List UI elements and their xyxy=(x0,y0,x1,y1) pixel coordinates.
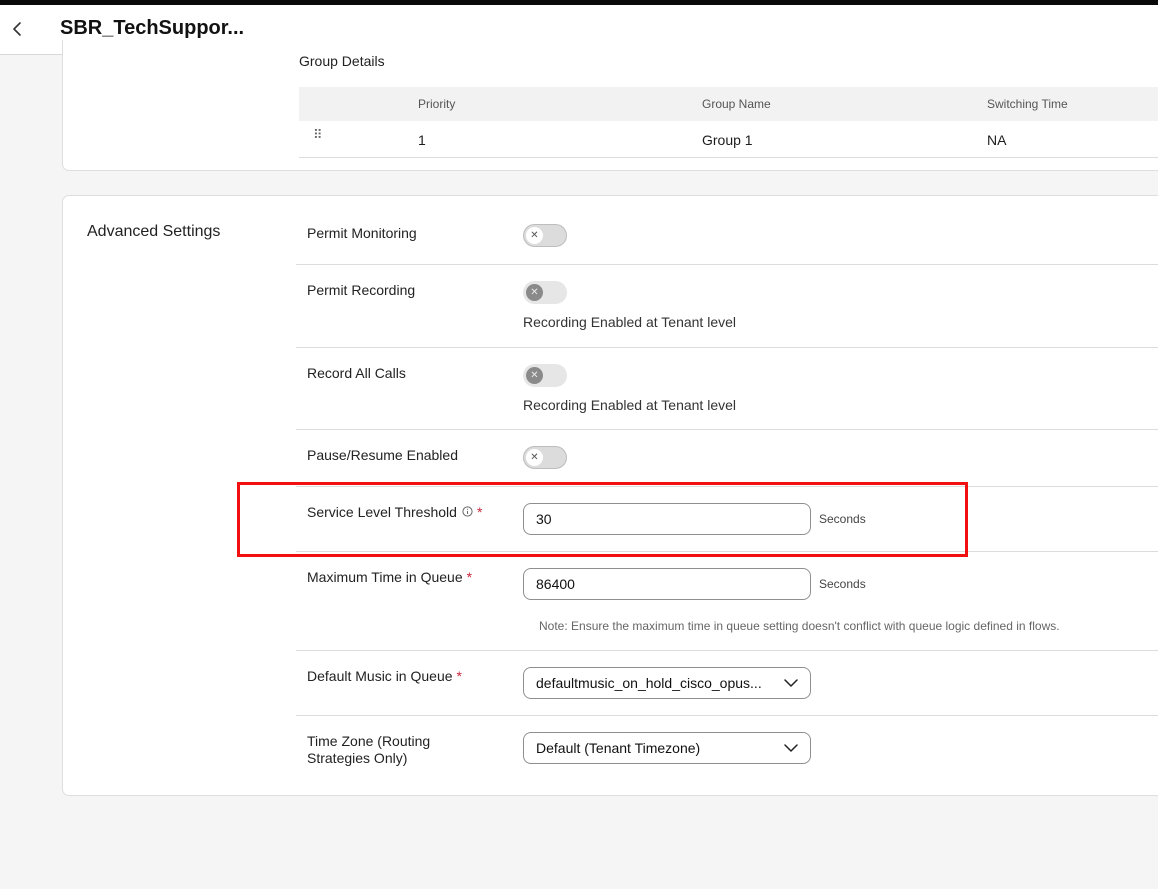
column-header-group-name: Group Name xyxy=(702,97,771,111)
advanced-settings-card xyxy=(62,195,1158,796)
page-title: SBR_TechSuppor... xyxy=(60,17,245,39)
max-time-in-queue-unit: Seconds xyxy=(819,577,866,591)
default-music-select[interactable]: defaultmusic_on_hold_cisco_opus... xyxy=(523,667,811,699)
max-time-in-queue-label-text: Maximum Time in Queue xyxy=(307,569,463,585)
permit-monitoring-toggle[interactable]: ✕ xyxy=(523,224,567,247)
service-level-threshold-label-text: Service Level Threshold xyxy=(307,504,457,520)
divider xyxy=(296,551,1158,552)
service-level-threshold-input[interactable] xyxy=(523,503,811,535)
permit-monitoring-label: Permit Monitoring xyxy=(307,225,417,241)
toggle-off-icon: ✕ xyxy=(526,367,543,384)
divider xyxy=(296,650,1158,651)
time-zone-value: Default (Tenant Timezone) xyxy=(536,740,701,756)
default-music-label: Default Music in Queue * xyxy=(307,668,462,685)
default-music-value: defaultmusic_on_hold_cisco_opus... xyxy=(536,675,762,691)
cell-priority: 1 xyxy=(418,132,426,148)
divider xyxy=(296,429,1158,430)
advanced-settings-title: Advanced Settings xyxy=(87,223,221,240)
divider xyxy=(296,486,1158,487)
time-zone-label-line1: Time Zone (Routing xyxy=(307,733,431,749)
group-details-label: Group Details xyxy=(299,53,385,69)
required-marker: * xyxy=(456,668,462,684)
chevron-down-icon xyxy=(784,744,798,752)
table-row: ⠿ 1 Group 1 NA xyxy=(299,121,1158,158)
group-table-header: Priority Group Name Switching Time xyxy=(299,87,1158,121)
permit-recording-toggle[interactable]: ✕ xyxy=(523,281,567,304)
max-time-in-queue-input[interactable] xyxy=(523,568,811,600)
time-zone-label: Time Zone (Routing Strategies Only) xyxy=(307,733,430,767)
time-zone-label-line2: Strategies Only) xyxy=(307,750,408,766)
back-button[interactable] xyxy=(6,17,28,41)
divider xyxy=(296,264,1158,265)
default-music-label-text: Default Music in Queue xyxy=(307,668,453,684)
toggle-off-icon: ✕ xyxy=(526,449,543,466)
drag-handle-icon[interactable]: ⠿ xyxy=(313,128,322,141)
chevron-left-icon xyxy=(13,22,21,36)
permit-recording-label: Permit Recording xyxy=(307,282,416,298)
toggle-off-icon: ✕ xyxy=(526,284,543,301)
required-marker: * xyxy=(466,569,473,585)
divider xyxy=(296,347,1158,348)
pause-resume-label: Pause/Resume Enabled xyxy=(307,447,458,463)
pause-resume-toggle[interactable]: ✕ xyxy=(523,446,567,469)
info-icon[interactable] xyxy=(462,504,473,521)
column-header-switching-time: Switching Time xyxy=(987,97,1068,111)
cell-switching-time: NA xyxy=(987,132,1007,148)
divider xyxy=(296,715,1158,716)
time-zone-select[interactable]: Default (Tenant Timezone) xyxy=(523,732,811,764)
max-time-in-queue-note: Note: Ensure the maximum time in queue s… xyxy=(539,619,1060,633)
chevron-down-icon xyxy=(784,679,798,687)
permit-recording-helper: Recording Enabled at Tenant level xyxy=(523,314,737,330)
record-all-calls-label: Record All Calls xyxy=(307,365,406,381)
max-time-in-queue-label: Maximum Time in Queue * xyxy=(307,569,472,586)
toggle-off-icon: ✕ xyxy=(526,227,543,244)
cell-group-name: Group 1 xyxy=(702,132,753,148)
service-level-threshold-label: Service Level Threshold * xyxy=(307,504,482,521)
required-marker: * xyxy=(476,504,483,520)
record-all-calls-toggle[interactable]: ✕ xyxy=(523,364,567,387)
record-all-calls-helper: Recording Enabled at Tenant level xyxy=(523,397,737,413)
column-header-priority: Priority xyxy=(418,97,456,111)
service-level-threshold-unit: Seconds xyxy=(819,512,866,526)
